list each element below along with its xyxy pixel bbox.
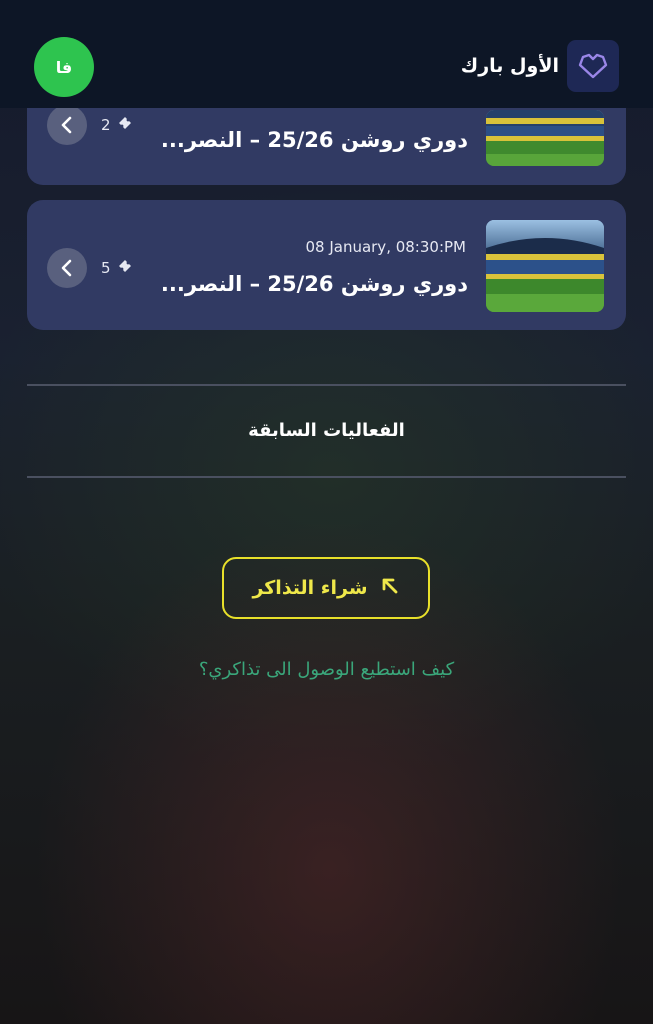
ticket-icon	[117, 258, 133, 278]
brand-name: الأول بارك	[460, 55, 559, 77]
stadium-thumbnail	[486, 220, 604, 312]
past-events-label[interactable]: الفعاليات السابقة	[0, 420, 653, 441]
ticket-count-value: 2	[101, 116, 111, 134]
chevron-left-icon[interactable]	[47, 105, 87, 145]
event-card[interactable]: 08 January, 08:30:PM دوري روشن 25/26 – ا…	[27, 200, 626, 330]
help-link[interactable]: كيف استطيع الوصول الى تذاكري؟	[0, 659, 653, 680]
event-title: دوري روشن 25/26 – النصر...	[160, 128, 468, 152]
ticket-count-value: 5	[101, 259, 111, 277]
event-date: 08 January, 08:30:PM	[305, 238, 466, 256]
event-title: دوري روشن 25/26 – النصر...	[160, 272, 468, 296]
chevron-left-icon[interactable]	[47, 248, 87, 288]
heart-outline-icon	[567, 40, 619, 92]
ticket-count: 2	[101, 115, 133, 135]
brand[interactable]: الأول بارك	[461, 40, 619, 92]
stadium-thumbnail	[486, 110, 604, 166]
divider	[27, 476, 626, 478]
top-bar: فا الأول بارك	[0, 0, 653, 108]
divider	[27, 384, 626, 386]
buy-tickets-label: شراء التذاكر	[252, 577, 368, 599]
buy-tickets-button[interactable]: شراء التذاكر	[222, 557, 430, 619]
avatar[interactable]: فا	[34, 37, 94, 97]
ticket-count: 5	[101, 258, 133, 278]
arrow-up-left-icon	[380, 576, 400, 601]
ticket-icon	[117, 115, 133, 135]
